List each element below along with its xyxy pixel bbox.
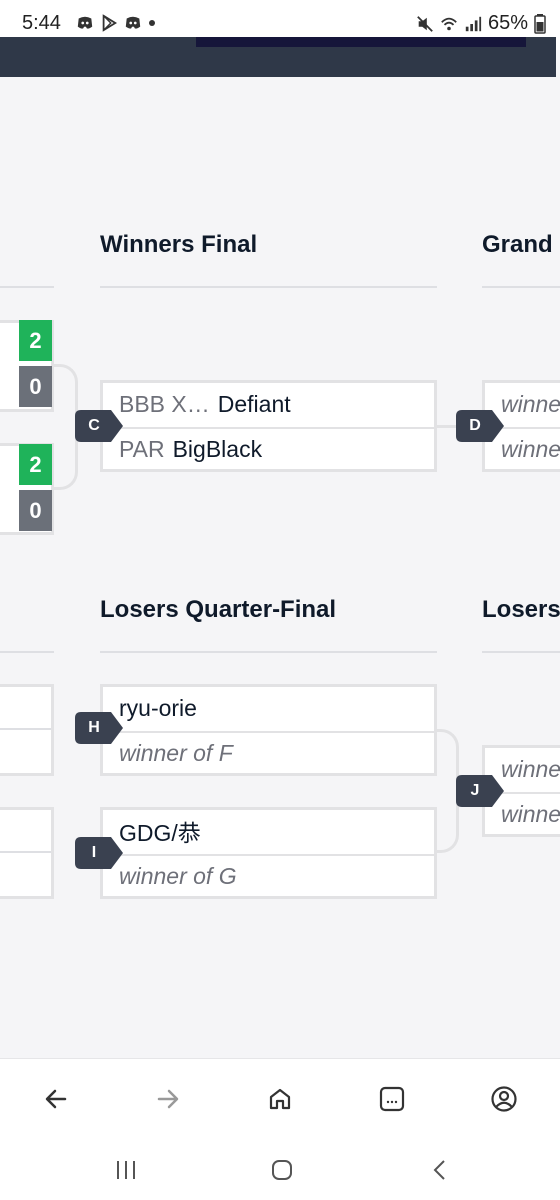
divider [100, 651, 437, 653]
system-back-button[interactable] [422, 1152, 458, 1188]
battery-percent: 65% [487, 12, 528, 34]
match-card-h[interactable]: ryu-orie winner of F [100, 684, 437, 776]
placeholder-text: winne [501, 800, 560, 827]
match-slot[interactable]: winner of G [103, 854, 434, 896]
heading-losers-quarter-final: Losers Quarter-Final [100, 596, 337, 623]
wifi-icon [441, 17, 457, 30]
match-slot[interactable]: BBB X… Defiant [103, 383, 434, 425]
divider [0, 728, 51, 730]
placeholder-text: winner of F [119, 739, 233, 766]
divider [100, 286, 437, 288]
system-home-button[interactable] [264, 1152, 300, 1188]
back-icon [45, 1089, 67, 1109]
home-circle-icon [272, 1160, 292, 1180]
placeholder-text: winne [501, 755, 560, 782]
previous-match-card[interactable] [0, 807, 54, 899]
recents-button[interactable] [108, 1152, 144, 1188]
discord-icon [125, 16, 141, 29]
divider [0, 851, 51, 853]
tabs-button[interactable] [372, 1079, 412, 1119]
match-badge-j: J [456, 775, 504, 807]
player-name: GDG/恭 [119, 820, 201, 846]
divider [0, 651, 54, 653]
recents-icon [117, 1161, 135, 1179]
discord-icon [77, 16, 93, 29]
status-time: 5:44 [22, 12, 61, 34]
home-icon [269, 1088, 291, 1110]
match-badge-d: D [456, 410, 504, 442]
divider [482, 651, 560, 653]
mute-icon [417, 15, 433, 32]
back-chevron-icon [433, 1160, 445, 1180]
score-win: 2 [19, 320, 52, 361]
forward-icon [157, 1089, 179, 1109]
player-name: ryu-orie [119, 694, 197, 721]
tabs-icon [379, 1086, 405, 1112]
match-slot[interactable]: ryu-orie [103, 687, 434, 729]
match-badge-i: I [75, 837, 123, 869]
match-slot[interactable]: GDG/恭 [103, 810, 434, 852]
browser-toolbar [0, 1058, 560, 1138]
home-button[interactable] [260, 1079, 300, 1119]
score-win: 2 [19, 444, 52, 485]
placeholder-text: winne [501, 390, 560, 417]
status-right: 65% [416, 12, 546, 35]
header-banner [0, 37, 556, 77]
divider [0, 286, 54, 288]
heading-winners-final: Winners Final [100, 231, 258, 258]
account-button[interactable] [484, 1079, 524, 1119]
team-tag: BBB X… [119, 390, 210, 417]
player-name: Defiant [217, 390, 291, 417]
play-store-icon [102, 14, 118, 32]
forward-button[interactable] [148, 1079, 188, 1119]
match-slot[interactable]: winner of F [103, 731, 434, 773]
system-nav-bar [0, 1138, 560, 1200]
score-loss: 0 [19, 366, 52, 407]
match-badge-h: H [75, 712, 123, 744]
notification-icons [76, 14, 156, 32]
bracket-connector [437, 425, 457, 428]
account-icon [491, 1086, 517, 1112]
match-badge-c: C [75, 410, 123, 442]
player-name: BigBlack [172, 435, 263, 462]
team-tag: PAR [119, 435, 165, 462]
placeholder-text: winne [501, 435, 560, 462]
previous-match-card[interactable] [0, 684, 54, 776]
signal-icon [465, 16, 482, 31]
back-button[interactable] [36, 1079, 76, 1119]
divider [482, 286, 560, 288]
heading-grand: Grand [482, 231, 553, 258]
dot-icon [149, 20, 155, 26]
banner-image [196, 37, 526, 47]
match-slot[interactable]: PAR BigBlack [103, 427, 434, 469]
score-loss: 0 [19, 490, 52, 531]
placeholder-text: winner of G [119, 862, 237, 889]
match-card-c[interactable]: BBB X… Defiant PAR BigBlack [100, 380, 437, 472]
battery-icon [534, 13, 546, 34]
heading-losers: Losers [482, 596, 560, 623]
match-card-i[interactable]: GDG/恭 winner of G [100, 807, 437, 899]
